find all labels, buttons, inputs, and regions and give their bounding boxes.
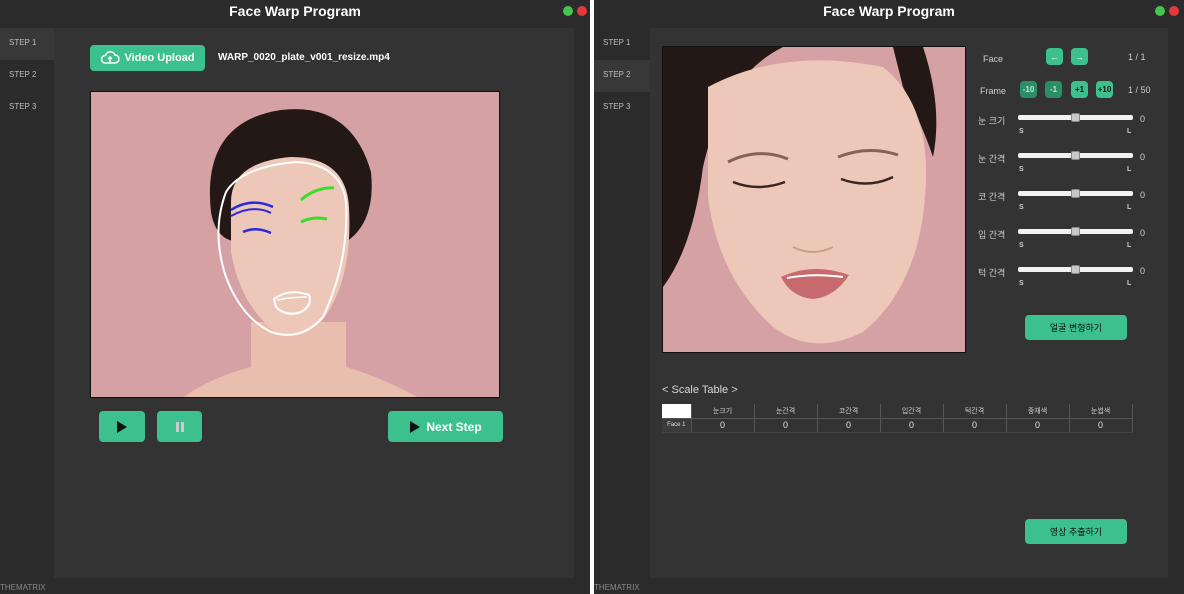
arrow-right-icon: →: [1075, 51, 1084, 62]
frame-count: 1 / 50: [1128, 85, 1151, 95]
video-upload-label: Video Upload: [124, 52, 195, 64]
slider-thumb[interactable]: [1071, 227, 1080, 236]
arrow-left-icon: ←: [1050, 51, 1059, 62]
face-next-button[interactable]: →: [1071, 48, 1088, 65]
slider-thumb[interactable]: [1071, 113, 1080, 122]
face-closeup-image: [663, 47, 965, 352]
table-row-header: Face 1: [662, 418, 692, 433]
slider-min-label: S: [1019, 242, 1024, 249]
table-header: 턱간격: [943, 404, 1007, 419]
sidebar-item-step1[interactable]: STEP 1: [594, 28, 650, 60]
sidebar-item-step1[interactable]: STEP 1: [0, 28, 54, 60]
window-title: Face Warp Program: [823, 3, 955, 19]
table-cell[interactable]: 0: [691, 418, 755, 433]
export-video-button[interactable]: 영상 추출하기: [1025, 519, 1127, 544]
footer-brand: THEMATRIX: [0, 583, 46, 592]
face-landmark-image: [91, 92, 499, 397]
table-cell[interactable]: 0: [880, 418, 944, 433]
step-sidebar: STEP 1 STEP 2 STEP 3: [0, 28, 54, 578]
slider-label: 입 간격: [978, 230, 1006, 240]
slider-max-label: L: [1127, 280, 1132, 287]
table-header: 중채색: [1006, 404, 1070, 419]
step-sidebar: STEP 1 STEP 2 STEP 3: [594, 28, 650, 578]
slider-label: 턱 간격: [978, 268, 1006, 278]
next-step-label: Next Step: [426, 419, 482, 434]
table-row[interactable]: Face 1 0 0 0 0 0 0 0: [662, 418, 1133, 433]
slider-track[interactable]: [1018, 265, 1133, 274]
title-bar: Face Warp Program: [0, 0, 590, 24]
pause-button[interactable]: [157, 411, 202, 442]
table-cell[interactable]: 0: [943, 418, 1007, 433]
slider-value: 0: [1140, 228, 1146, 238]
pause-icon: [175, 421, 184, 432]
transform-face-button[interactable]: 얼굴 변형하기: [1025, 315, 1127, 340]
cloud-upload-icon: [101, 51, 121, 64]
table-header: 눈간격: [754, 404, 818, 419]
next-step-button[interactable]: Next Step: [388, 411, 503, 442]
footer-brand: THEMATRIX: [594, 583, 640, 592]
face-count: 1 / 1: [1128, 52, 1146, 62]
slider-min-label: S: [1019, 166, 1024, 173]
sidebar-item-step2[interactable]: STEP 2: [0, 60, 54, 92]
scale-table: 눈크기 눈간격 코간격 입간격 턱간격 중채색 눈썹색 Face 1 0 0 0…: [662, 404, 1133, 433]
table-cell[interactable]: 0: [1069, 418, 1133, 433]
slider-thumb[interactable]: [1071, 189, 1080, 198]
slider-value: 0: [1140, 190, 1146, 200]
frame-label: Frame: [980, 86, 1007, 96]
table-header-row: 눈크기 눈간격 코간격 입간격 턱간격 중채색 눈썹색: [662, 404, 1133, 419]
close-button[interactable]: [577, 6, 587, 16]
slider-thumb[interactable]: [1071, 265, 1080, 274]
table-header: 코간격: [817, 404, 881, 419]
file-name-label: WARP_0020_plate_v001_resize.mp4: [218, 52, 390, 63]
table-cell[interactable]: 0: [817, 418, 881, 433]
frame-minus1-button[interactable]: -1: [1045, 81, 1062, 98]
scale-table-title: < Scale Table >: [662, 384, 738, 396]
slider-max-label: L: [1127, 166, 1132, 173]
slider-min-label: S: [1019, 204, 1024, 211]
slider-track[interactable]: [1018, 189, 1133, 198]
minimize-button[interactable]: [563, 6, 573, 16]
frame-plus1-button[interactable]: +1: [1071, 81, 1088, 98]
table-cell[interactable]: 0: [1006, 418, 1070, 433]
slider-max-label: L: [1127, 128, 1132, 135]
face-label: Face: [983, 54, 1004, 64]
slider-label: 눈 크기: [978, 116, 1006, 126]
play-button[interactable]: [99, 411, 145, 442]
slider-max-label: L: [1127, 242, 1132, 249]
table-cell[interactable]: 0: [754, 418, 818, 433]
sidebar-item-step3[interactable]: STEP 3: [594, 92, 650, 124]
play-icon: [117, 420, 127, 433]
table-header: 눈크기: [691, 404, 755, 419]
slider-min-label: S: [1019, 128, 1024, 135]
slider-track[interactable]: [1018, 113, 1133, 122]
slider-min-label: S: [1019, 280, 1024, 287]
face-preview: [662, 46, 966, 353]
window-step1: Face Warp Program STEP 1 STEP 2 STEP 3 V…: [0, 0, 590, 594]
sidebar-item-step3[interactable]: STEP 3: [0, 92, 54, 124]
table-corner-cell: [662, 404, 692, 419]
slider-label: 코 간격: [978, 192, 1006, 202]
title-bar: Face Warp Program: [594, 0, 1184, 24]
sidebar-item-step2[interactable]: STEP 2: [594, 60, 650, 92]
video-upload-button[interactable]: Video Upload: [90, 45, 205, 71]
slider-track[interactable]: [1018, 151, 1133, 160]
slider-label: 눈 간격: [978, 154, 1006, 164]
slider-max-label: L: [1127, 204, 1132, 211]
play-icon: [410, 420, 421, 433]
close-button[interactable]: [1169, 6, 1179, 16]
video-preview: [90, 91, 500, 398]
slider-thumb[interactable]: [1071, 151, 1080, 160]
table-header: 눈썹색: [1069, 404, 1133, 419]
face-prev-button[interactable]: ←: [1046, 48, 1063, 65]
slider-value: 0: [1140, 114, 1146, 124]
slider-value: 0: [1140, 266, 1146, 276]
window-title: Face Warp Program: [229, 3, 361, 19]
minimize-button[interactable]: [1155, 6, 1165, 16]
slider-track[interactable]: [1018, 227, 1133, 236]
table-header: 입간격: [880, 404, 944, 419]
slider-value: 0: [1140, 152, 1146, 162]
frame-minus10-button[interactable]: -10: [1020, 81, 1037, 98]
frame-plus10-button[interactable]: +10: [1096, 81, 1113, 98]
